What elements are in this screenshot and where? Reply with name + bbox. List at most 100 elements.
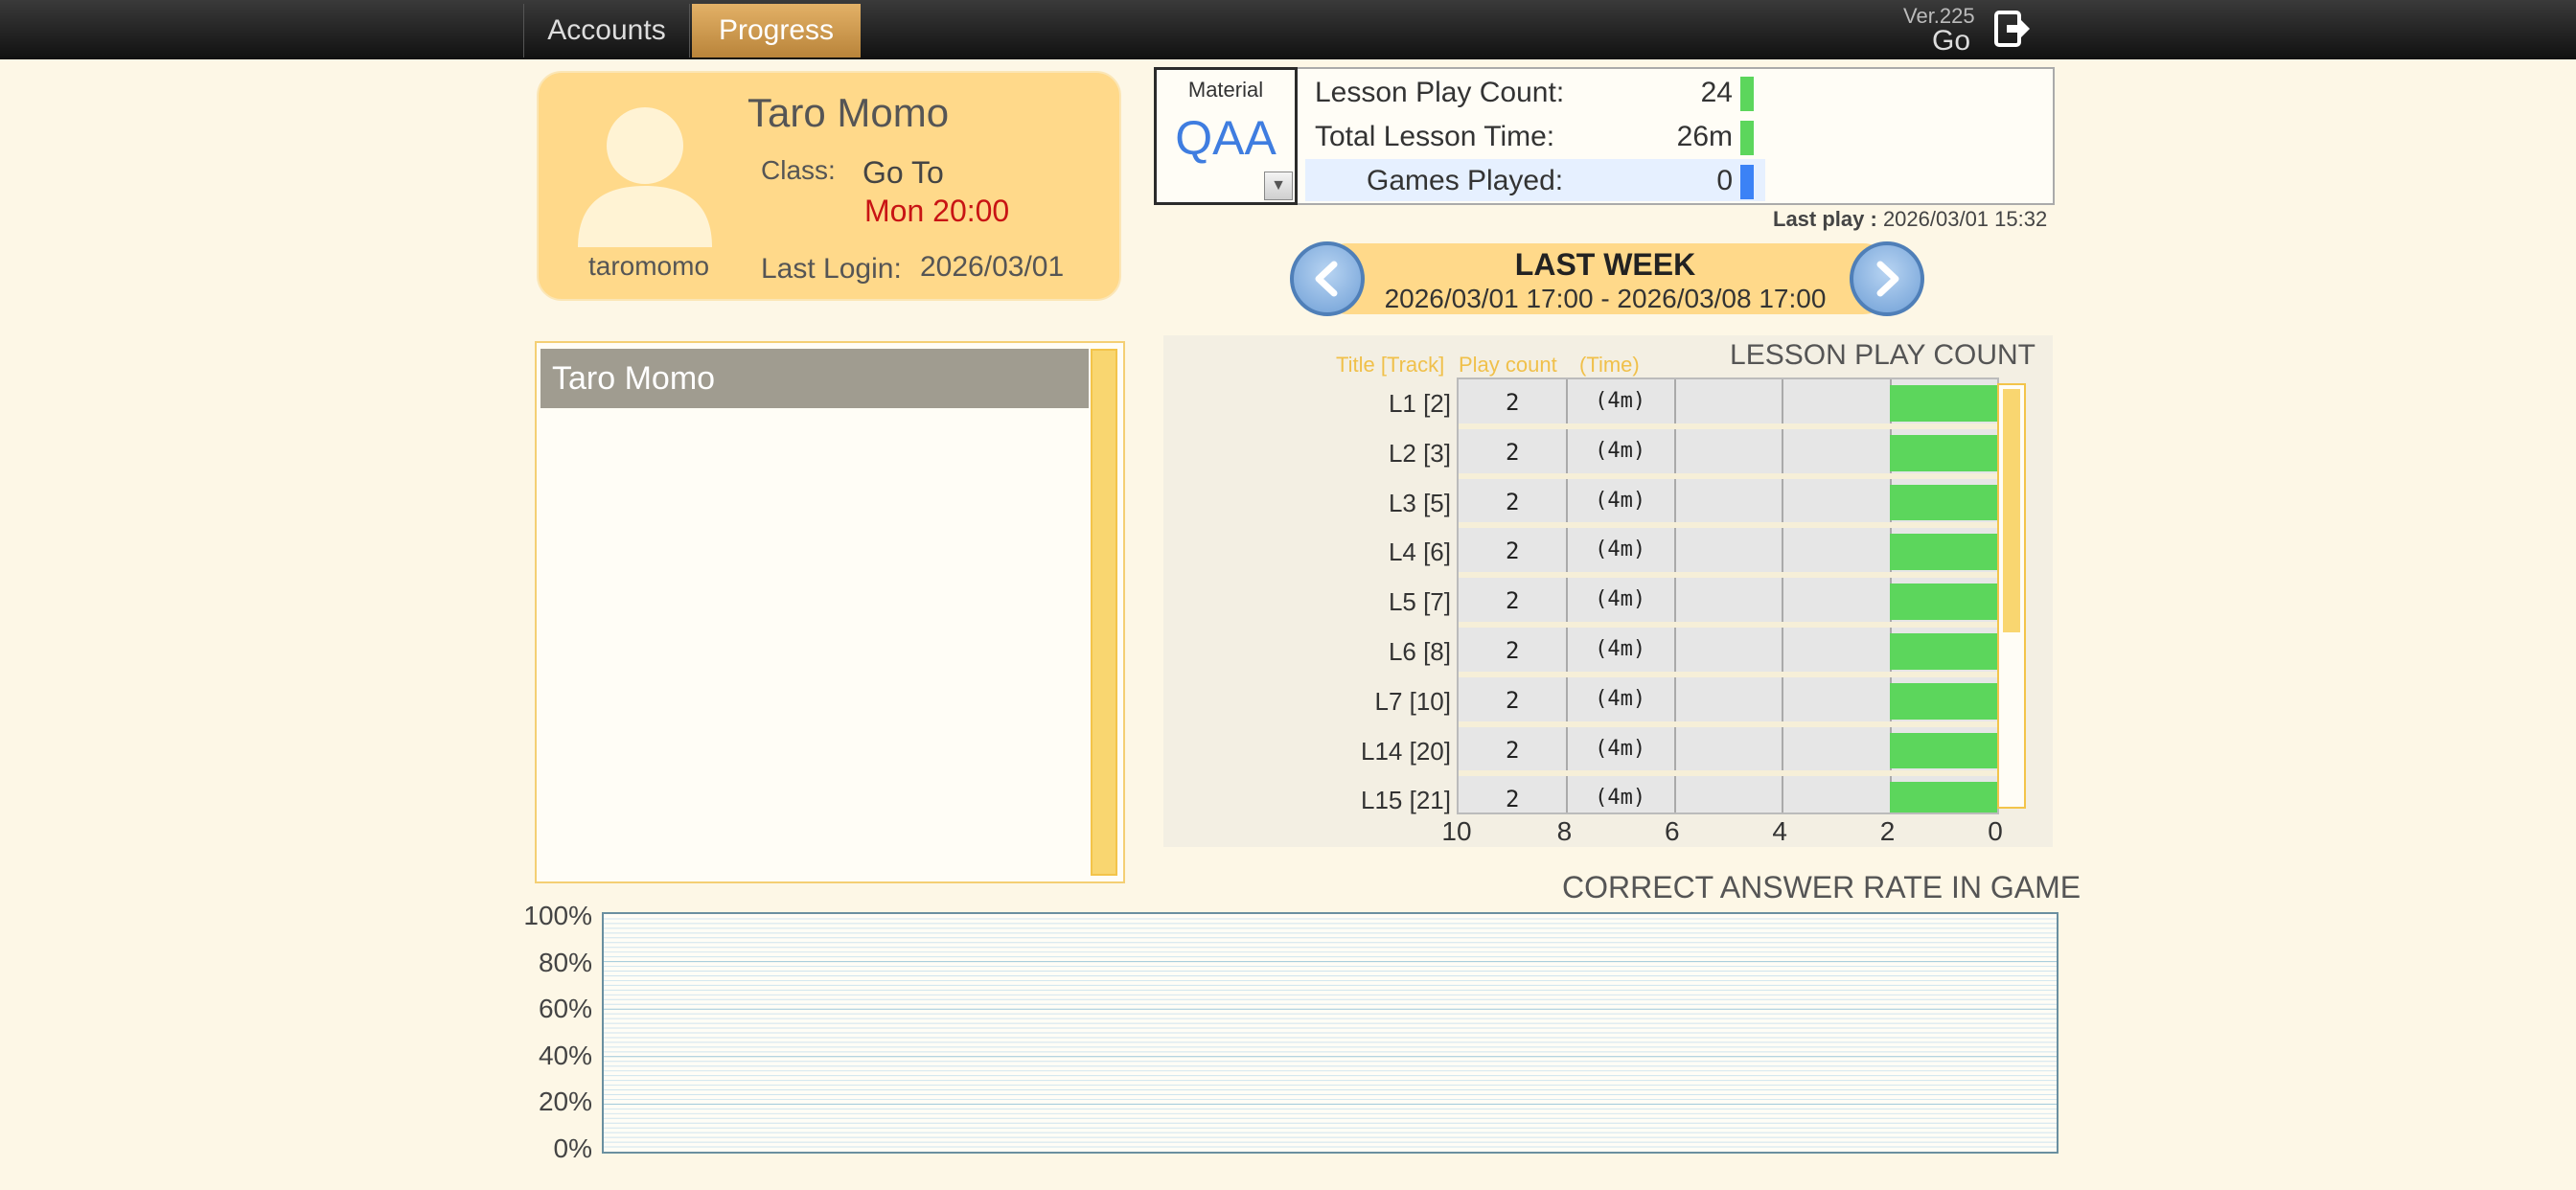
stat-total-lesson-time: Total Lesson Time: 26m xyxy=(1305,115,1765,157)
x-tick-label: 8 xyxy=(1556,816,1573,846)
lesson-bar xyxy=(1889,782,1997,812)
chevron-left-icon xyxy=(1315,261,1338,297)
last-play-label: Last play : xyxy=(1773,207,1877,231)
row-separator xyxy=(1459,721,1997,727)
material-value: QAA xyxy=(1175,111,1276,165)
lesson-bar xyxy=(1889,534,1997,571)
lesson-label: L14 [20] xyxy=(1361,736,1451,766)
play-time-value: (4m) xyxy=(1595,736,1646,761)
stat-value: 24 xyxy=(1700,77,1733,108)
chart-scroll-thumb[interactable] xyxy=(2003,389,2020,632)
lesson-label: L6 [8] xyxy=(1388,637,1451,666)
row-separator xyxy=(1459,770,1997,777)
play-time-value: (4m) xyxy=(1595,438,1646,463)
y-tick-label: 40% xyxy=(538,1040,592,1070)
class-time: Mon 20:00 xyxy=(864,194,1010,228)
last-login-label: Last Login: xyxy=(761,253,902,285)
lesson-play-count-panel: LESSON PLAY COUNT Title [Track] Play cou… xyxy=(1163,335,2053,847)
y-tick-label: 60% xyxy=(538,994,592,1024)
stat-value: 0 xyxy=(1716,165,1733,196)
lesson-label: L5 [7] xyxy=(1388,587,1451,617)
lesson-bar xyxy=(1889,732,1997,769)
answer-rate-title: CORRECT ANSWER RATE IN GAME xyxy=(1562,870,2082,904)
lesson-bar xyxy=(1889,584,1997,620)
play-count-value: 2 xyxy=(1505,637,1520,664)
row-separator xyxy=(1459,472,1997,479)
play-time-value: (4m) xyxy=(1595,637,1646,661)
y-tick-label: 100% xyxy=(523,901,592,930)
play-count-value: 2 xyxy=(1505,488,1520,515)
next-week-button[interactable] xyxy=(1850,241,1924,316)
lesson-label: L3 [5] xyxy=(1388,488,1451,517)
lesson-label: L7 [10] xyxy=(1374,686,1451,716)
class-label: Class: xyxy=(761,155,836,185)
stat-bar xyxy=(1740,165,1754,199)
username: taromomo xyxy=(587,251,710,281)
play-count-value: 2 xyxy=(1505,538,1520,565)
chart-scrollbar[interactable] xyxy=(1997,383,2026,809)
logout-icon[interactable] xyxy=(1993,10,2032,48)
lesson-bar xyxy=(1889,633,1997,670)
last-play-value: 2026/03/01 15:32 xyxy=(1882,207,2048,231)
tab-progress[interactable]: Progress xyxy=(692,4,861,57)
play-count-value: 2 xyxy=(1505,736,1520,764)
week-range: 2026/03/01 17:00 - 2026/03/08 17:00 xyxy=(1384,284,1827,313)
list-item[interactable]: Taro Momo xyxy=(540,349,1089,408)
grid-line xyxy=(1782,379,1784,812)
stat-bar xyxy=(1740,121,1754,155)
lesson-bar xyxy=(1889,682,1997,720)
row-separator xyxy=(1459,522,1997,529)
y-tick-label: 0% xyxy=(553,1133,592,1163)
y-tick-label: 80% xyxy=(538,947,592,977)
student-list: Taro Momo xyxy=(535,341,1125,883)
play-time-value: (4m) xyxy=(1595,686,1646,711)
play-count-value: 2 xyxy=(1505,587,1520,615)
list-scrollbar[interactable] xyxy=(1091,349,1117,876)
go-label: Go xyxy=(1932,25,1971,57)
stat-label: Total Lesson Time: xyxy=(1315,121,1555,152)
stat-value: 26m xyxy=(1676,121,1733,152)
material-label: Material xyxy=(1187,78,1264,102)
stat-label: Lesson Play Count: xyxy=(1315,77,1565,108)
play-time-value: (4m) xyxy=(1595,587,1646,612)
avatar xyxy=(578,107,712,247)
x-tick-label: 6 xyxy=(1665,816,1680,846)
x-tick-label: 4 xyxy=(1772,816,1787,846)
tab-accounts[interactable]: Accounts xyxy=(523,4,690,57)
play-count-value: 2 xyxy=(1505,686,1520,714)
week-navigator: LAST WEEK 2026/03/01 17:00 - 2026/03/08 … xyxy=(1313,243,1898,314)
lesson-bar xyxy=(1889,484,1997,521)
stat-lesson-play-count: Lesson Play Count: 24 xyxy=(1305,71,1765,113)
last-play: Last play : 2026/03/01 15:32 xyxy=(1773,207,2047,232)
list-item-label: Taro Momo xyxy=(552,360,716,397)
lesson-label: L4 [6] xyxy=(1388,538,1451,567)
stat-games-played: Games Played: 0 xyxy=(1305,159,1765,201)
lesson-label: L1 [2] xyxy=(1388,389,1451,418)
play-time-value: (4m) xyxy=(1595,786,1646,811)
stat-label: Games Played: xyxy=(1367,165,1564,196)
play-count-value: 2 xyxy=(1505,786,1520,813)
x-tick-label: 0 xyxy=(1988,816,2003,846)
prev-week-button[interactable] xyxy=(1290,241,1365,316)
lesson-bar xyxy=(1889,434,1997,471)
class-value: Go To xyxy=(862,155,944,190)
lesson-label: L15 [21] xyxy=(1361,786,1451,815)
x-tick-label: 2 xyxy=(1879,816,1896,846)
dropdown-arrow-icon[interactable]: ▼ xyxy=(1264,172,1293,200)
last-login-value: 2026/03/01 xyxy=(920,251,1065,283)
row-separator xyxy=(1459,671,1997,677)
chevron-right-icon xyxy=(1876,261,1899,297)
play-time-value: (4m) xyxy=(1595,538,1646,562)
y-tick-label: 20% xyxy=(538,1087,592,1117)
week-title: LAST WEEK xyxy=(1514,247,1696,282)
material-selector[interactable]: Material QAA ▼ xyxy=(1154,67,1298,205)
stats-panel: Lesson Play Count: 24 Total Lesson Time:… xyxy=(1298,67,2055,205)
play-time-value: (4m) xyxy=(1595,389,1646,413)
stat-bar xyxy=(1740,77,1754,111)
col-time-header: (Time) xyxy=(1579,353,1640,377)
x-tick-label: 10 xyxy=(1441,816,1472,846)
lesson-chart-plot: 2 (4m) 2 (4m) 2 (4m) 2 (4m) 2 (4m) 2 (4m) 2 (4m) 2 (4m)… xyxy=(1457,378,1999,814)
profile-name: Taro Momo xyxy=(748,90,950,135)
col-count-header: Play count xyxy=(1459,353,1557,377)
col-title-header: Title [Track] xyxy=(1336,353,1445,377)
